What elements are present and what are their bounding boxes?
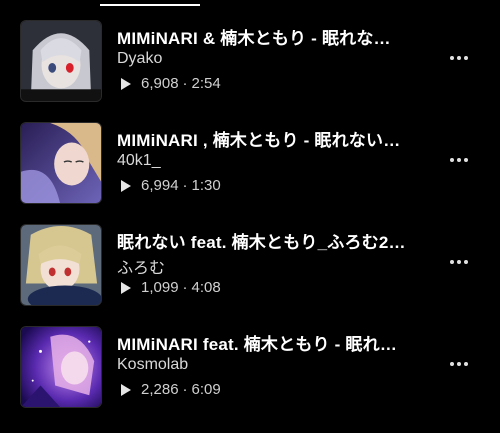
track-title[interactable]: MIMiNARI feat. 楠木ともり - 眠れ… — [117, 330, 417, 355]
more-options-icon-dot — [464, 56, 468, 60]
more-options-icon — [450, 362, 454, 366]
play-count: 6,994 — [141, 177, 179, 194]
more-options-icon-dot — [464, 260, 468, 264]
track-duration: 2:54 — [191, 75, 221, 92]
anime-girl-artwork-2 — [21, 123, 101, 203]
track-stats: 6,908 · 2:54 — [117, 75, 221, 92]
track-item-2[interactable]: MIMiNARI , 楠木ともり - 眠れない… 40k1_ 6,994 · 1… — [0, 122, 500, 204]
more-options-icon — [450, 56, 454, 60]
track-stats: 6,994 · 1:30 — [117, 177, 221, 194]
track-title[interactable]: 眠れない feat. 楠木ともり_ふろむ2… — [117, 228, 417, 253]
track-title[interactable]: MIMiNARI & 楠木ともり - 眠れな… — [117, 24, 417, 49]
track-duration: 4:08 — [191, 279, 221, 296]
play-icon — [121, 179, 131, 192]
more-options-button[interactable] — [444, 46, 474, 70]
more-options-icon-dot — [457, 260, 461, 264]
track-stats: 2,286 · 6:09 — [117, 381, 221, 398]
separator: · — [182, 279, 188, 296]
separator: · — [182, 75, 188, 92]
more-options-icon — [450, 260, 454, 264]
more-options-icon-dot — [457, 158, 461, 162]
track-artist[interactable]: Dyako — [117, 50, 162, 68]
track-thumbnail-3[interactable] — [20, 224, 102, 306]
anime-girl-artwork-3 — [21, 225, 101, 305]
anime-girl-artwork-1 — [21, 21, 101, 101]
track-thumbnail-4[interactable] — [20, 326, 102, 408]
more-options-icon-dot — [464, 158, 468, 162]
more-options-icon-dot — [464, 362, 468, 366]
track-thumbnail-1[interactable] — [20, 20, 102, 102]
more-options-icon-dot — [457, 362, 461, 366]
play-count: 6,908 — [141, 75, 179, 92]
track-duration: 1:30 — [191, 177, 221, 194]
separator: · — [182, 177, 188, 194]
anime-girl-artwork-4 — [21, 327, 101, 407]
track-item-4[interactable]: MIMiNARI feat. 楠木ともり - 眠れ… Kosmolab 2,28… — [0, 326, 500, 408]
track-artist[interactable]: ふろむ — [117, 254, 165, 278]
play-count: 2,286 — [141, 381, 179, 398]
track-duration: 6:09 — [191, 381, 221, 398]
more-options-button[interactable] — [444, 148, 474, 172]
more-options-icon-dot — [457, 56, 461, 60]
play-icon — [121, 77, 131, 90]
track-stats: 1,099 · 4:08 — [117, 279, 221, 296]
active-tab-indicator — [100, 4, 200, 6]
more-options-icon — [450, 158, 454, 162]
track-item-1[interactable]: MIMiNARI & 楠木ともり - 眠れな… Dyako 6,908 · 2:… — [0, 20, 500, 102]
track-title[interactable]: MIMiNARI , 楠木ともり - 眠れない… — [117, 126, 417, 151]
play-icon — [121, 383, 131, 396]
track-item-3[interactable]: 眠れない feat. 楠木ともり_ふろむ2… ふろむ 1,099 · 4:08 — [0, 224, 500, 306]
track-thumbnail-2[interactable] — [20, 122, 102, 204]
more-options-button[interactable] — [444, 352, 474, 376]
more-options-button[interactable] — [444, 250, 474, 274]
separator: · — [182, 381, 188, 398]
play-count: 1,099 — [141, 279, 179, 296]
play-icon — [121, 281, 131, 294]
track-artist[interactable]: Kosmolab — [117, 356, 188, 374]
track-artist[interactable]: 40k1_ — [117, 152, 161, 170]
